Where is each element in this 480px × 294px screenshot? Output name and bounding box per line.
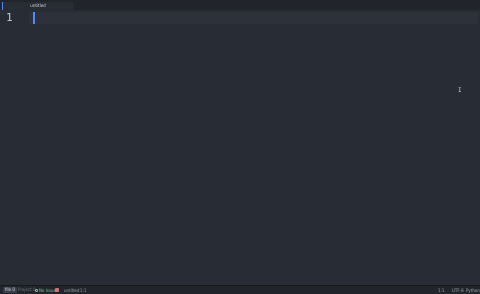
status-badge[interactable] — [55, 288, 59, 292]
line-number: 1 — [6, 11, 13, 24]
line-number-gutter[interactable]: 1 — [0, 10, 28, 285]
grammar-selector[interactable]: Python — [466, 288, 480, 293]
encoding-selector[interactable]: UTF-8 — [452, 288, 464, 293]
selection-count[interactable]: 1:1 — [80, 288, 86, 293]
text-editor[interactable]: 1 I — [0, 10, 480, 285]
file-toggle-button[interactable]: file 0 — [3, 287, 17, 293]
editor-window: untitled 1 I file 0 Project 0 No Issues … — [0, 0, 480, 294]
cursor-position[interactable]: 1:1 — [438, 288, 444, 293]
status-bar: file 0 Project 0 No Issues untitled 1:1 … — [0, 285, 480, 294]
mouse-ibeam-pointer: I — [458, 87, 462, 94]
git-branch-icon — [35, 289, 38, 292]
tab-bar: untitled — [0, 0, 480, 10]
text-cursor — [33, 12, 35, 24]
tab-label: untitled — [30, 3, 46, 8]
tab-untitled[interactable]: untitled — [2, 2, 73, 10]
file-name-label[interactable]: untitled — [64, 288, 79, 293]
active-line-highlight — [29, 12, 478, 24]
